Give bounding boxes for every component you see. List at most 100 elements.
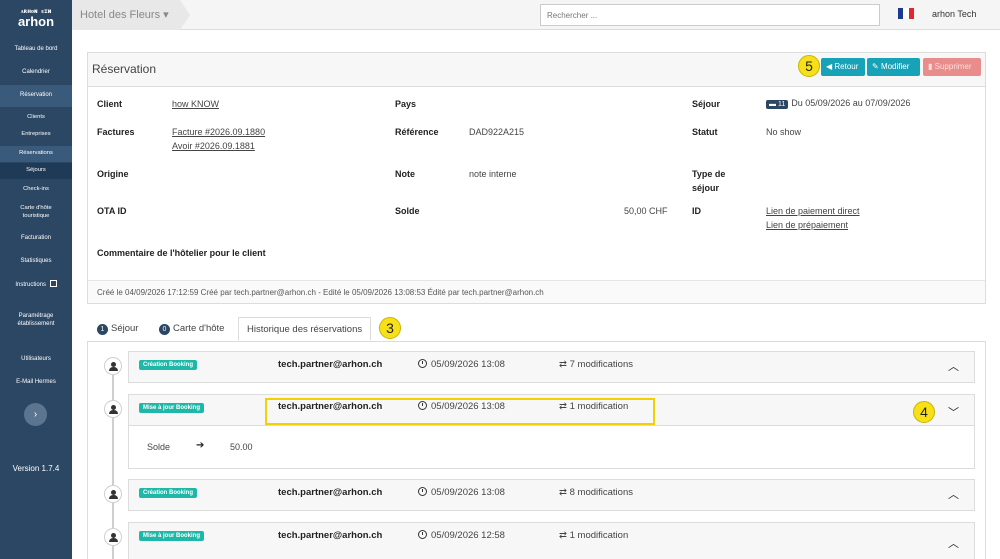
entry-time: 05/09/2026 12:58 [418, 530, 505, 541]
user-icon [104, 528, 122, 546]
sidebar-item-check-ins[interactable]: Check-ins [0, 186, 72, 194]
entry-mods: ⇄ 1 modification [559, 530, 628, 541]
sidebar-item-utilisateurs[interactable]: Utilisateurs [0, 356, 72, 364]
sidebar-item-instructions-label: Instructions [15, 282, 46, 288]
user-icon [104, 485, 122, 503]
pays-label: Pays [395, 99, 417, 109]
event-badge: Mise à jour Booking [139, 531, 205, 541]
caret-down-icon: ▾ [163, 9, 169, 21]
bed-icon: ▬ [769, 101, 776, 108]
hotel-selector-label: Hotel des Fleurs ▾ [80, 8, 169, 21]
statut-label: Statut [692, 127, 718, 137]
clock-icon [418, 530, 427, 539]
edit-button-label: Modifier [880, 62, 910, 71]
event-badge: Création Booking [139, 488, 198, 498]
sidebar-item-entreprises[interactable]: Entreprises [0, 131, 72, 139]
avoir-link[interactable]: Avoir #2026.09.1881 [172, 141, 255, 151]
delete-button[interactable]: ▮ Supprimer [923, 58, 981, 76]
entry-mods-value: 7 modifications [569, 359, 633, 370]
search-input[interactable]: Rechercher ... [540, 4, 880, 26]
sidebar-item-reservations[interactable]: Réservations [0, 146, 72, 162]
page-title: Réservation [92, 62, 157, 76]
tab-carte-hote[interactable]: 0 Carte d'hôte [159, 317, 224, 341]
tab-historique[interactable]: Historique des réservations [238, 317, 372, 341]
entry-mods: ⇄ 7 modifications [559, 359, 633, 370]
tab-carte-hote-count: 0 [159, 324, 170, 335]
chevron-up-icon[interactable]: ︿ [948, 535, 959, 551]
note-value: note interne [469, 169, 517, 179]
sidebar-item-clients[interactable]: Clients [0, 114, 72, 122]
chevron-up-icon[interactable]: ︿ [948, 358, 959, 374]
swap-icon: ⇄ [559, 530, 567, 541]
sidebar-item-tableau-de-bord[interactable]: Tableau de bord [0, 46, 72, 54]
flag-stripe-red [908, 8, 914, 19]
highlight-box [265, 398, 655, 425]
sejour-label: Séjour [692, 99, 721, 109]
sidebar-item-sejours[interactable]: Séjours [0, 163, 72, 179]
audit-text: Créé le 04/09/2026 17:12:59 Créé par tec… [97, 288, 544, 297]
chevron-down-icon[interactable]: ﹀ [948, 404, 959, 420]
trash-icon: ▮ [928, 62, 933, 71]
history-entry[interactable]: Création Booking tech.partner@arhon.ch 0… [128, 479, 975, 511]
entry-detail: Solde ➔ 50.00 [128, 426, 975, 469]
clock-icon [418, 487, 427, 496]
french-flag-icon[interactable] [898, 8, 914, 19]
sidebar-item-statistiques[interactable]: Statistiques [0, 258, 72, 266]
hotel-selector[interactable]: Hotel des Fleurs ▾ [72, 0, 180, 30]
sidebar-item-reservation[interactable]: Réservation [0, 85, 72, 107]
chevron-up-icon[interactable]: ︿ [948, 486, 959, 502]
sidebar-item-email-hermes[interactable]: E-Mail Hermes [0, 379, 72, 387]
entry-mods-value: 1 modification [569, 530, 629, 541]
facture-link[interactable]: Facture #2026.09.1880 [172, 127, 265, 137]
user-menu[interactable]: arhon Tech [932, 9, 976, 19]
logo-word: arhon [17, 14, 55, 29]
reservation-header: Réservation ◀ Retour ✎ Modifier ▮ Suppri… [88, 53, 985, 87]
arrow-right-icon: ➔ [196, 440, 205, 451]
detail-field: Solde [147, 442, 171, 452]
reference-label: Référence [395, 127, 439, 137]
breadcrumb-arrow [180, 0, 190, 30]
id-label: ID [692, 206, 701, 216]
sidebar-item-facturation[interactable]: Facturation [0, 235, 72, 243]
user-icon [104, 400, 122, 418]
edit-button[interactable]: ✎ Modifier [867, 58, 920, 76]
chevron-right-icon[interactable]: › [24, 403, 47, 426]
back-button-label: Retour [834, 62, 859, 71]
sidebar-item-parametrage[interactable]: Paramétrage établissement [6, 313, 66, 328]
client-link[interactable]: how KNOW [172, 99, 219, 109]
swap-icon: ⇄ [559, 359, 567, 370]
detail-new-value: 50.00 [230, 442, 253, 452]
nights-badge: ▬ 11 [766, 100, 789, 109]
history-entry[interactable]: Création Booking tech.partner@arhon.ch 0… [128, 351, 975, 383]
callout-4: 4 [913, 401, 935, 423]
entry-time: 05/09/2026 13:08 [418, 359, 505, 370]
statut-value: No show [766, 127, 802, 137]
top-bar: Hotel des Fleurs ▾ Rechercher ... arhon … [72, 0, 1000, 30]
entry-author: tech.partner@arhon.ch [278, 530, 383, 541]
reference-value: DAD922A215 [469, 127, 525, 137]
sidebar: ᴀʀʜᴏɴ ᴇɪɴ arhon Tableau de bord Calendri… [0, 0, 72, 559]
sidebar-item-carte-hote[interactable]: Carte d'hôte touristique [8, 205, 64, 220]
note-label: Note [395, 169, 415, 179]
sidebar-item-instructions[interactable]: Instructions [0, 280, 72, 290]
tab-carte-hote-label: Carte d'hôte [173, 323, 225, 334]
sejour-value: ▬ 11 Du 05/09/2026 au 07/09/2026 [766, 98, 910, 109]
pencil-icon: ✎ [872, 62, 879, 71]
sidebar-item-calendrier[interactable]: Calendrier [0, 69, 72, 77]
ota-id-label: OTA ID [97, 206, 127, 216]
reservation-card: Réservation ◀ Retour ✎ Modifier ▮ Suppri… [87, 52, 986, 304]
client-label: Client [97, 99, 123, 109]
logo[interactable]: ᴀʀʜᴏɴ ᴇɪɴ arhon [0, 8, 72, 28]
callout-3: 3 [379, 317, 401, 339]
tab-sejour[interactable]: 1 Séjour [97, 317, 138, 341]
type-sejour-label-1: Type de [692, 169, 726, 179]
entry-time-value: 05/09/2026 13:08 [431, 487, 505, 498]
sejour-dates: Du 05/09/2026 au 07/09/2026 [791, 98, 911, 108]
back-button[interactable]: ◀ Retour [821, 58, 865, 76]
entry-author: tech.partner@arhon.ch [278, 487, 383, 498]
payment-link[interactable]: Lien de paiement direct [766, 206, 860, 216]
solde-label: Solde [395, 206, 420, 216]
tab-sejour-count: 1 [97, 324, 108, 335]
history-entry[interactable]: Mise à jour Booking tech.partner@arhon.c… [128, 522, 975, 559]
prepayment-link[interactable]: Lien de prépaiement [766, 220, 848, 230]
